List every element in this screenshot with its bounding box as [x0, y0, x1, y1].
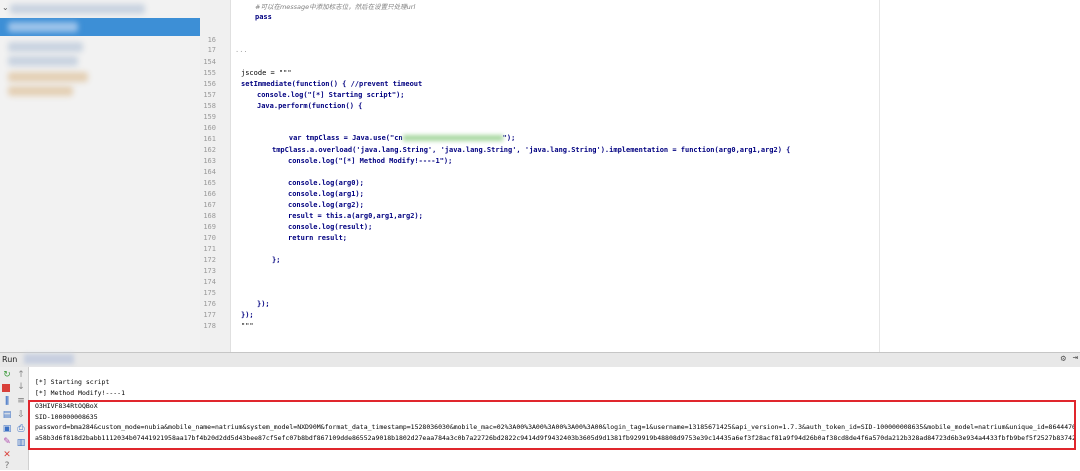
line-number: 158 [203, 102, 216, 110]
hide-panel-icon[interactable]: ⇥ [1073, 353, 1078, 363]
right-margin-guide [879, 0, 880, 352]
layout-icon[interactable]: ▤ [2, 410, 12, 420]
line-number: 156 [203, 80, 216, 88]
line-number: 157 [203, 91, 216, 99]
line-number: 168 [203, 212, 216, 220]
scroll-to-end-icon[interactable]: ⇩ [16, 410, 26, 420]
code-fragment: var tmpClass = Java.use("cn [288, 134, 403, 142]
code-fragment: "); [502, 134, 516, 142]
soft-wrap-icon[interactable]: ≡ [16, 396, 26, 406]
code-line: Java.perform(function() { [257, 102, 363, 110]
scroll-up-icon[interactable]: ↑ [16, 370, 26, 380]
line-number: 173 [203, 267, 216, 275]
code-line: console.log(arg2); [288, 201, 364, 209]
tree-item[interactable] [8, 42, 83, 52]
line-number: 165 [203, 179, 216, 187]
code-editor[interactable]: #可以在message中添加标志位，然后在设置只处理url pass ... j… [231, 0, 1080, 352]
line-number: 167 [203, 201, 216, 209]
tree-item[interactable] [8, 56, 78, 66]
line-number: 16 [207, 36, 216, 44]
redacted-class-name [402, 135, 503, 141]
code-line: jscode = """ [241, 69, 292, 77]
gear-icon[interactable]: ⚙ [1061, 354, 1066, 364]
pin-icon[interactable]: ✎ [2, 437, 12, 447]
folded-code-marker[interactable]: ... [235, 45, 248, 55]
line-number: 166 [203, 190, 216, 198]
stop-icon[interactable] [2, 384, 10, 392]
line-number: 175 [203, 289, 216, 297]
code-line: console.log(arg1); [288, 190, 364, 198]
scroll-down-icon[interactable]: ↓ [16, 382, 26, 392]
line-number: 160 [203, 124, 216, 132]
tree-item[interactable] [8, 22, 78, 32]
console-line: [*] Method Modify!----1 [35, 389, 126, 397]
tree-expand-arrow-icon[interactable]: ⌄ [2, 3, 9, 12]
code-line: console.log("[*] Method Modify!----1"); [288, 157, 453, 165]
code-line: console.log("[*] Starting script"); [257, 91, 405, 99]
line-number: 174 [203, 278, 216, 286]
console-line: [*] Starting script [35, 378, 110, 386]
red-highlight-box [28, 400, 1076, 450]
code-line: setImmediate(function() { //prevent time… [241, 80, 423, 88]
line-number: 176 [203, 300, 216, 308]
line-number: 178 [203, 322, 216, 330]
code-line: }); [241, 311, 254, 319]
code-comment: #可以在message中添加标志位，然后在设置只处理url [255, 3, 416, 11]
code-line: }); [257, 300, 270, 308]
tree-item[interactable] [10, 4, 145, 14]
run-toolbar: ↻ ↑ ↓ ∥ ≡ ▤ ⇩ ▣ ⎙ ✎ ▥ ✕ ? [0, 367, 29, 471]
tree-item[interactable] [8, 86, 73, 96]
tree-item[interactable] [8, 72, 88, 82]
line-number: 170 [203, 234, 216, 242]
code-line: }; [272, 256, 281, 264]
print-icon[interactable]: ⎙ [16, 424, 26, 434]
line-number: 162 [203, 146, 216, 154]
run-config-tab[interactable] [24, 354, 74, 364]
code-line: console.log(result); [288, 223, 373, 231]
run-panel-header: Run ⚙ ⇥ [0, 352, 1080, 368]
line-number: 169 [203, 223, 216, 231]
code-line: """ [241, 322, 254, 330]
code-line: console.log(arg0); [288, 179, 364, 187]
project-tree-panel: ⌄ [0, 0, 201, 352]
line-number: 161 [203, 135, 216, 143]
line-number: 163 [203, 157, 216, 165]
line-number: 171 [203, 245, 216, 253]
line-number: 177 [203, 311, 216, 319]
pause-icon[interactable]: ∥ [2, 396, 12, 406]
line-number: 164 [203, 168, 216, 176]
line-number: 154 [203, 58, 216, 66]
line-number: 17 [207, 46, 216, 54]
code-line: tmpClass.a.overload('java.lang.String', … [272, 146, 791, 154]
code-line: pass [255, 13, 272, 21]
rerun-icon[interactable]: ↻ [2, 370, 12, 380]
run-panel-title: Run [2, 355, 18, 364]
line-number: 172 [203, 256, 216, 264]
line-number: 159 [203, 113, 216, 121]
trash-icon[interactable]: ▥ [16, 438, 26, 448]
close-icon[interactable]: ✕ [2, 450, 12, 460]
line-number: 155 [203, 69, 216, 77]
line-number-gutter: 16 17 154 155 156 157 158 159 160 161 16… [200, 0, 231, 352]
code-line: return result; [288, 234, 348, 242]
code-line: result = this.a(arg0,arg1,arg2); [288, 212, 423, 220]
settings-icon[interactable]: ▣ [2, 424, 12, 434]
